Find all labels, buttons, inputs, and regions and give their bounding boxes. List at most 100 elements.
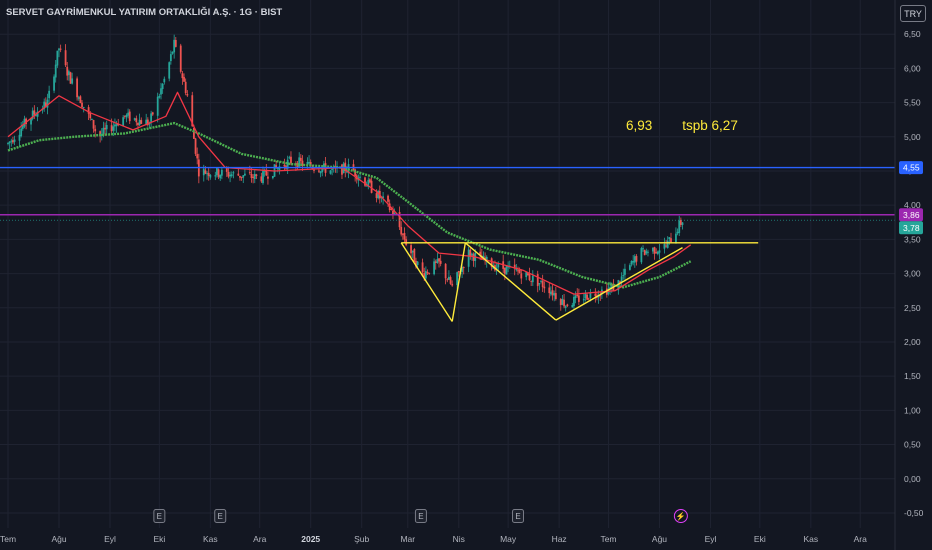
candle-body: [308, 161, 310, 164]
candle-body: [543, 286, 546, 289]
candle-body: [151, 112, 154, 115]
x-tick-label: Eki: [153, 534, 165, 544]
y-tick-label: 5,00: [904, 132, 921, 142]
price-chart[interactable]: 6,506,005,505,004,504,003,503,002,502,00…: [0, 0, 932, 550]
candle-body: [635, 255, 638, 262]
candle-body: [665, 245, 667, 247]
candle-body: [12, 140, 14, 143]
dividend-icon-glyph: ⚡: [676, 511, 686, 521]
x-tick-label: May: [500, 534, 517, 544]
x-tick-label: Eyl: [705, 534, 717, 544]
candle-body: [530, 280, 533, 282]
candle-body: [559, 299, 562, 306]
x-tick-label: Ağu: [51, 534, 66, 544]
candle-body: [566, 304, 569, 307]
candle-body: [283, 164, 286, 167]
candle-body: [457, 271, 460, 273]
candle-body: [647, 251, 649, 253]
symbol-title: SERVET GAYRİMENKUL YATIRIM ORTAKLIĞI A.Ş…: [6, 7, 283, 18]
candle-body: [8, 141, 11, 144]
candle-body: [104, 127, 106, 130]
candle-body: [230, 174, 233, 177]
candle-body: [169, 54, 172, 62]
candle-body: [105, 125, 108, 130]
candle-body: [137, 122, 139, 126]
candle-body: [421, 262, 424, 273]
candle-body: [553, 293, 556, 296]
candle-body: [472, 254, 475, 261]
candle-body: [666, 240, 669, 248]
candle-body: [237, 173, 240, 176]
candle-body: [67, 71, 70, 76]
candle-body: [645, 251, 648, 254]
candle-body: [518, 269, 521, 274]
candle-body: [536, 274, 539, 287]
candle-body: [541, 280, 544, 288]
y-tick-label: 6,50: [904, 29, 921, 39]
candle-body: [48, 90, 51, 99]
candle-body: [658, 250, 661, 253]
candle-body: [656, 251, 659, 255]
candle-body: [179, 45, 182, 72]
candle-body: [439, 260, 442, 264]
candle-body: [158, 95, 161, 98]
candle-body: [571, 305, 574, 308]
candle-body: [526, 273, 529, 276]
candle-body: [446, 279, 449, 281]
candle-body: [290, 156, 292, 163]
candle-body: [467, 249, 470, 267]
candle-body: [81, 102, 83, 108]
candle-body: [331, 168, 333, 170]
candle-body: [538, 283, 541, 285]
y-tick-label: 1,00: [904, 405, 921, 415]
candle-body: [239, 175, 241, 178]
candle-body: [216, 167, 218, 176]
candle-body: [288, 157, 291, 159]
candle-body: [240, 176, 243, 178]
x-tick-label: Ara: [854, 534, 868, 544]
candle-body: [655, 252, 658, 254]
candle-body: [679, 219, 682, 225]
candle-body: [217, 169, 220, 177]
candle-body: [91, 118, 93, 120]
candle-body: [54, 64, 57, 78]
candle-body: [574, 295, 577, 299]
price-note: 6,93 tspb 6,27: [626, 118, 738, 133]
candle-body: [18, 134, 21, 141]
candle-body: [248, 172, 251, 174]
candle-body: [632, 260, 635, 263]
candle-body: [138, 119, 141, 126]
candle-body: [403, 232, 406, 240]
candle-body: [434, 261, 437, 263]
candle-body: [255, 174, 258, 176]
y-tick-label: 3,00: [904, 269, 921, 279]
candle-body: [456, 272, 459, 286]
candle-body: [77, 97, 80, 99]
candle-body: [209, 174, 212, 178]
candle-body: [411, 250, 414, 253]
candle-body: [668, 237, 671, 240]
candle-body: [551, 290, 554, 296]
candle-body: [413, 248, 416, 262]
candle-body: [540, 280, 542, 282]
currency-button[interactable]: TRY: [900, 5, 926, 22]
candle-body: [140, 120, 143, 124]
candle-body: [33, 110, 36, 115]
candle-body: [225, 168, 228, 172]
price-tag-label: 3,86: [903, 210, 920, 220]
chart-background: [0, 0, 932, 550]
candle-body: [448, 276, 450, 280]
candle-body: [123, 115, 126, 117]
candle-body: [620, 276, 623, 282]
candle-body: [220, 169, 223, 176]
earnings-marker-label: E: [157, 512, 162, 521]
candle-body: [548, 287, 551, 294]
candle-body: [171, 51, 174, 54]
candle-body: [13, 139, 16, 142]
candle-body: [433, 261, 435, 275]
candle-body: [670, 238, 672, 243]
candle-body: [262, 170, 264, 184]
candle-body: [628, 265, 631, 270]
candle-body: [438, 258, 440, 262]
y-tick-label: 6,00: [904, 63, 921, 73]
